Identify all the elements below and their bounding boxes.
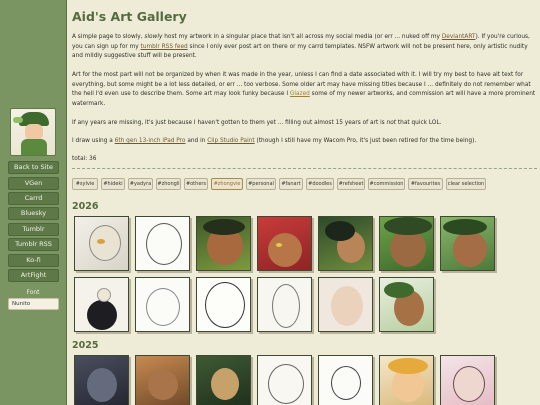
tag-personal[interactable]: #personal [246,178,276,190]
sidebar: Back to Site VGen Carrd Bluesky Tumblr T… [0,0,66,405]
artwork-thumbnail[interactable] [196,277,251,332]
tumblr-rss-link[interactable]: tumblr RSS feed [141,44,188,50]
artwork-thumbnail[interactable] [257,216,312,271]
artwork-thumbnail[interactable] [440,355,495,405]
tag-fanart[interactable]: #fanart [279,178,303,190]
artwork-thumbnail[interactable] [74,355,129,405]
artwork-thumbnail[interactable] [318,355,373,405]
artwork-thumbnail[interactable] [135,355,190,405]
nav-carrd-button[interactable]: Carrd [8,192,59,205]
artwork-thumbnail[interactable] [257,355,312,405]
artwork-thumbnail[interactable] [196,355,251,405]
nav-artfight-button[interactable]: ArtFight [8,269,59,282]
nav-tumblr-button[interactable]: Tumblr [8,223,59,236]
tag-others[interactable]: #others [184,178,208,190]
font-label: Font [26,289,40,296]
intro-paragraph: A simple page to slowly, slowly host my … [72,34,530,59]
artwork-thumbnail[interactable] [379,216,434,271]
missing-years-paragraph: If any years are missing, it's just beca… [72,120,442,126]
tag-refsheet[interactable]: #refsheet [337,178,365,190]
tag-hideki[interactable]: #hideki [101,178,125,190]
avatar [10,108,56,156]
tag-zhongvie[interactable]: #zhongvie [211,178,243,190]
artwork-thumbnail[interactable] [379,355,434,405]
divider [72,168,537,169]
nav-kofi-button[interactable]: Ko-fi [8,254,59,267]
artwork-thumbnail[interactable] [74,277,129,332]
tag-yadyra[interactable]: #yadyra [128,178,153,190]
tag-commission[interactable]: #commission [368,178,405,190]
year-heading-2026: 2026 [72,201,99,212]
clip-studio-link[interactable]: Clip Studio Paint [207,138,254,144]
tag-favourites[interactable]: #favourites [408,178,443,190]
total-count: total: 36 [72,156,97,162]
tag-zhongli[interactable]: #zhongli [156,178,181,190]
deviantart-link[interactable]: DeviantART [442,34,476,40]
tag-doodles[interactable]: #doodles [306,178,334,190]
tools-paragraph: I draw using a 6th gen 13-inch iPad Pro … [72,138,477,144]
nav-bluesky-button[interactable]: Bluesky [8,207,59,220]
artwork-thumbnail[interactable] [318,277,373,332]
year-heading-2025: 2025 [72,340,99,351]
nav-back-to-site-button[interactable]: Back to Site [8,161,59,174]
artwork-thumbnail[interactable] [135,277,190,332]
artwork-thumbnail[interactable] [135,216,190,271]
artwork-thumbnail[interactable] [257,277,312,332]
glazed-link[interactable]: Glazed [290,91,310,97]
page-title: Aid's Art Gallery [72,9,187,24]
tag-filter-bar: #sylvie #hideki #yadyra #zhongli #others… [72,178,537,191]
ipad-link[interactable]: 6th gen 13-inch iPad Pro [115,138,186,144]
artwork-thumbnail[interactable] [440,216,495,271]
organization-paragraph: Art for the most part will not be organi… [72,72,536,107]
font-select[interactable]: Nunito [8,298,59,310]
nav-tumblr-rss-button[interactable]: Tumblr RSS [8,238,59,251]
nav-vgen-button[interactable]: VGen [8,177,59,190]
main-content: Aid's Art Gallery A simple page to slowl… [66,0,540,405]
artwork-thumbnail[interactable] [196,216,251,271]
clear-selection-button[interactable]: clear selection [446,178,486,190]
artwork-thumbnail[interactable] [379,277,434,332]
tag-sylvie[interactable]: #sylvie [72,178,98,190]
artwork-thumbnail[interactable] [74,216,129,271]
artwork-thumbnail[interactable] [318,216,373,271]
